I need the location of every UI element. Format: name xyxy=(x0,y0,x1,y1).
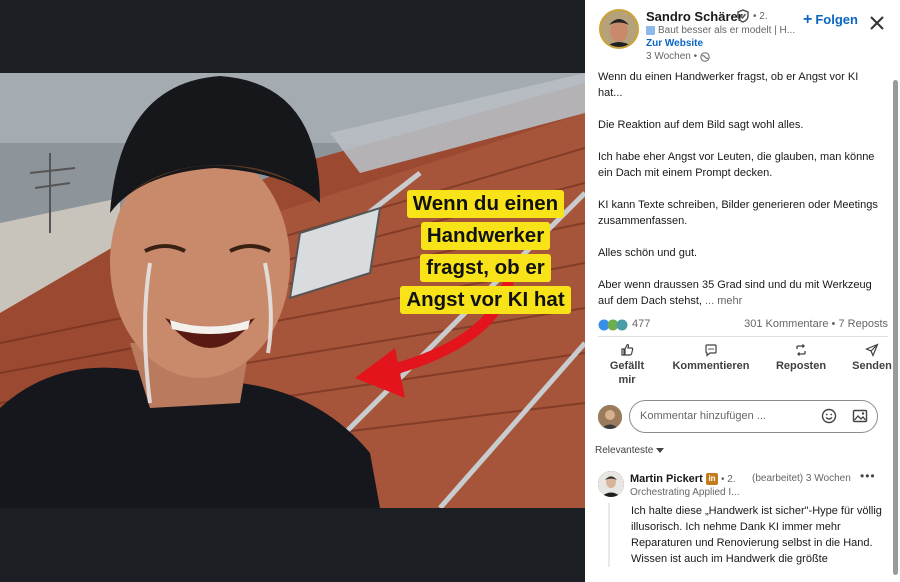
follow-button[interactable]: + Folgen xyxy=(803,11,858,28)
caption-line: Angst vor KI hat xyxy=(400,286,571,314)
comment-icon xyxy=(705,344,717,357)
connection-degree: • 2. xyxy=(753,11,768,22)
like-icon xyxy=(621,344,634,356)
post-paragraph: Alles schön und gut. xyxy=(598,247,698,259)
see-more-link[interactable]: ... mehr xyxy=(705,295,742,307)
post-body: Wenn du einen Handwerker fragst, ob er A… xyxy=(598,69,883,309)
send-icon xyxy=(865,343,879,357)
social-counts: 477 301 Kommentare • 7 Reposts xyxy=(598,317,888,333)
commenter-headline: Orchestrating Applied I... xyxy=(630,487,740,498)
author-headline: Baut besser als er modelt | H... xyxy=(658,25,796,36)
action-bar: Gefällt mir Kommentieren Reposten Senden xyxy=(585,343,900,391)
scrollbar[interactable] xyxy=(893,80,898,575)
send-button[interactable]: Senden xyxy=(847,343,897,373)
post-paragraph: Ich habe eher Angst vor Leuten, die glau… xyxy=(598,151,875,179)
verified-icon xyxy=(737,9,749,23)
image-caption: Wenn du einen Handwerker fragst, ob er A… xyxy=(392,190,579,314)
comment-text: Ich halte diese „Handwerk ist sicher"-Hy… xyxy=(608,503,888,567)
scrollbar-thumb[interactable] xyxy=(893,80,898,575)
current-user-avatar xyxy=(598,405,622,429)
media-viewer: Wenn du einen Handwerker fragst, ob er A… xyxy=(0,0,585,582)
follow-label: Folgen xyxy=(815,12,858,27)
post-detail-panel: Sandro Schärer • 2. Baut besser als er m… xyxy=(585,0,900,582)
reaction-icons[interactable] xyxy=(598,319,630,331)
comment-input[interactable]: Kommentar hinzufügen ... xyxy=(629,400,878,433)
author-headline-row: Baut besser als er modelt | H... xyxy=(646,25,795,36)
like-button[interactable]: Gefällt mir xyxy=(603,343,651,387)
sort-label: Relevanteste xyxy=(595,445,654,456)
reactions-count[interactable]: 477 xyxy=(632,318,650,330)
more-icon[interactable]: ••• xyxy=(860,469,876,483)
close-icon[interactable] xyxy=(867,13,887,33)
commenter-avatar[interactable] xyxy=(598,471,624,497)
action-label: Reposten xyxy=(775,360,827,372)
post-image[interactable]: Wenn du einen Handwerker fragst, ob er A… xyxy=(0,73,585,508)
comments-reposts-count[interactable]: 301 Kommentare • 7 Reposts xyxy=(744,318,888,330)
action-label: Gefällt mir xyxy=(609,360,645,386)
commenter-degree: • 2. xyxy=(721,474,736,485)
commenter-name[interactable]: Martin Pickert xyxy=(630,473,703,485)
globe-icon xyxy=(700,51,710,62)
repost-button[interactable]: Reposten xyxy=(771,343,831,373)
post-paragraph: Die Reaktion auf dem Bild sagt wohl alle… xyxy=(598,119,804,131)
post-paragraph: KI kann Texte schreiben, Bilder generier… xyxy=(598,199,878,227)
emoji-icon[interactable] xyxy=(821,408,837,424)
caption-line: Wenn du einen xyxy=(406,190,565,218)
post-paragraph-last: Aber wenn draussen 35 Grad sind und du m… xyxy=(598,277,883,309)
comment-time: (bearbeitet) 3 Wochen xyxy=(752,473,851,484)
comment-sort-dropdown[interactable]: Relevanteste xyxy=(595,445,665,456)
plus-icon: + xyxy=(803,11,813,28)
author-name[interactable]: Sandro Schärer xyxy=(646,9,743,24)
image-icon[interactable] xyxy=(852,408,868,424)
action-label: Senden xyxy=(852,360,892,372)
divider xyxy=(598,336,888,337)
post-time-row: 3 Wochen • xyxy=(646,51,710,62)
author-avatar[interactable] xyxy=(599,9,639,49)
website-link[interactable]: Zur Website xyxy=(646,38,703,49)
action-label: Kommentieren xyxy=(672,360,750,372)
post-paragraph: Wenn du einen Handwerker fragst, ob er A… xyxy=(598,71,859,99)
linkedin-icon: in xyxy=(706,473,718,485)
comment-button[interactable]: Kommentieren xyxy=(671,343,751,373)
caption-line: fragst, ob er xyxy=(420,254,551,282)
post-time: 3 Wochen • xyxy=(646,51,698,62)
repost-icon xyxy=(796,344,806,356)
company-icon xyxy=(646,26,655,35)
comment-input-placeholder: Kommentar hinzufügen ... xyxy=(640,410,766,422)
post-header: Sandro Schärer • 2. Baut besser als er m… xyxy=(585,0,900,70)
chevron-down-icon xyxy=(656,447,665,453)
caption-line: Handwerker xyxy=(420,222,551,250)
